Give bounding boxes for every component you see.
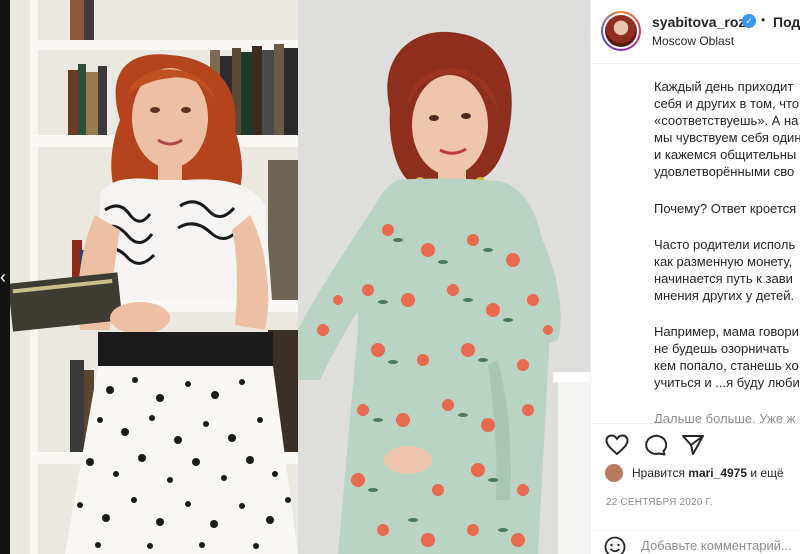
photo-before-illustration bbox=[10, 0, 298, 554]
comment-bar bbox=[591, 530, 800, 554]
caption-line: Например, мама говори bbox=[654, 324, 799, 339]
caption-line: мы чувствуем себя один bbox=[654, 130, 800, 145]
caption-line: Почему? Ответ кроется bbox=[654, 201, 797, 216]
caption-line: «соответствуешь». А на bbox=[654, 113, 799, 128]
post-image[interactable]: ‹ bbox=[0, 0, 590, 554]
likes-suffix[interactable]: и ещё bbox=[750, 466, 783, 480]
caption-line: и кажемся общительны bbox=[654, 147, 797, 162]
liker-avatar[interactable] bbox=[605, 464, 623, 482]
caption-line: начинается путь к зави bbox=[654, 271, 793, 286]
post-header: syabitova_roza ✓ • Подп Moscow Oblast bbox=[591, 0, 800, 64]
avatar[interactable] bbox=[601, 11, 641, 51]
likes-label: Нравится bbox=[632, 466, 685, 480]
photo-after bbox=[298, 0, 590, 554]
emoji-smile-icon[interactable] bbox=[604, 536, 626, 554]
caption-line: как разменную монету, bbox=[654, 254, 793, 269]
comment-bubble-icon[interactable] bbox=[643, 434, 667, 456]
heart-icon[interactable] bbox=[605, 434, 629, 456]
caption-line: учиться и ...я буду люби bbox=[654, 375, 800, 390]
caption-line: Каждый день приходит bbox=[654, 79, 794, 94]
post-panel: syabitova_roza ✓ • Подп Moscow Oblast Ка… bbox=[590, 0, 800, 554]
post-caption: Каждый день приходит себя и других в том… bbox=[591, 64, 800, 456]
likes-summary: Нравится mari_4975 и ещё bbox=[632, 466, 784, 480]
username-link[interactable]: syabitova_roza bbox=[652, 14, 753, 30]
action-bar bbox=[591, 423, 800, 459]
avatar-image bbox=[605, 15, 637, 47]
verified-badge-icon: ✓ bbox=[742, 14, 756, 28]
caption-line: мнения других у детей. bbox=[654, 288, 795, 303]
caption-line: себя и других в том, что bbox=[654, 96, 800, 111]
follow-button[interactable]: Подп bbox=[773, 14, 800, 30]
comment-input[interactable] bbox=[641, 535, 800, 554]
location-link[interactable]: Moscow Oblast bbox=[652, 34, 734, 48]
photo-before bbox=[10, 0, 298, 554]
caption-line: удовлетворёнными сво bbox=[654, 164, 795, 179]
separator-dot: • bbox=[761, 13, 766, 27]
caption-line: не будешь озорничать bbox=[654, 341, 790, 356]
chevron-left-icon[interactable]: ‹ bbox=[0, 262, 12, 292]
paper-plane-icon[interactable] bbox=[681, 434, 705, 456]
likes-row: Нравится mari_4975 и ещё bbox=[591, 463, 800, 483]
caption-line: кем попало, станешь хо bbox=[654, 358, 799, 373]
photo-after-illustration bbox=[298, 0, 590, 554]
avatar-frame bbox=[603, 13, 639, 49]
liker-username-link[interactable]: mari_4975 bbox=[688, 466, 747, 480]
caption-line: Часто родители исполь bbox=[654, 237, 796, 252]
post-date[interactable]: 22 СЕНТЯБРЯ 2020 Г. bbox=[606, 497, 713, 508]
